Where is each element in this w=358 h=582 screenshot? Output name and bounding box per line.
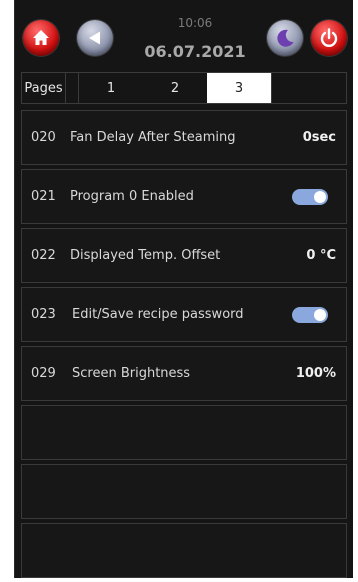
setting-code: 023 (31, 307, 56, 322)
setting-label: Displayed Temp. Offset (70, 248, 221, 263)
clock-time: 10:06 (177, 16, 213, 30)
setting-code: 022 (31, 248, 56, 263)
pages-label: Pages (22, 73, 66, 103)
control-panel: 10:06 06.07.2021 Pages 1 2 3 020 Fan Del… (14, 0, 353, 578)
tab-spacer (272, 73, 346, 103)
setting-row-021[interactable]: 021 Program 0 Enabled (21, 169, 347, 224)
setting-value: 0 °C (306, 248, 336, 263)
back-button[interactable] (77, 20, 113, 56)
tab-page-1[interactable]: 1 (79, 73, 143, 103)
setting-label: Fan Delay After Steaming (70, 130, 236, 145)
night-mode-button[interactable] (267, 20, 303, 56)
page-tab-group: 1 2 3 (78, 73, 272, 103)
current-date: 06.07.2021 (144, 42, 246, 61)
power-button[interactable] (311, 20, 347, 56)
setting-toggle[interactable] (292, 188, 328, 205)
empty-row (21, 523, 347, 578)
setting-code: 021 (31, 189, 56, 204)
empty-row (21, 464, 347, 519)
setting-row-020[interactable]: 020 Fan Delay After Steaming 0sec (21, 110, 347, 165)
setting-code: 020 (31, 130, 56, 145)
setting-row-023[interactable]: 023 Edit/Save recipe password (21, 287, 347, 342)
toggle-knob (314, 308, 326, 321)
home-button[interactable] (23, 20, 59, 56)
setting-value: 0sec (302, 130, 336, 145)
setting-value: 100% (295, 366, 336, 381)
setting-label: Screen Brightness (72, 366, 191, 381)
setting-label: Program 0 Enabled (70, 189, 194, 204)
setting-code: 029 (31, 366, 56, 381)
power-icon (318, 27, 340, 49)
page-tabs: Pages 1 2 3 (21, 72, 347, 104)
toggle-knob (314, 190, 326, 203)
moon-icon (274, 27, 296, 49)
back-arrow-icon (85, 28, 105, 48)
settings-list: 020 Fan Delay After Steaming 0sec 021 Pr… (21, 110, 347, 582)
tab-page-2[interactable]: 2 (143, 73, 207, 103)
setting-row-029[interactable]: 029 Screen Brightness 100% (21, 346, 347, 401)
setting-row-022[interactable]: 022 Displayed Temp. Offset 0 °C (21, 228, 347, 283)
home-icon (31, 28, 51, 48)
setting-label: Edit/Save recipe password (72, 307, 244, 322)
setting-toggle[interactable] (292, 306, 328, 323)
header-bar: 10:06 06.07.2021 (15, 0, 353, 72)
tab-page-3[interactable]: 3 (207, 73, 271, 103)
empty-row (21, 405, 347, 460)
